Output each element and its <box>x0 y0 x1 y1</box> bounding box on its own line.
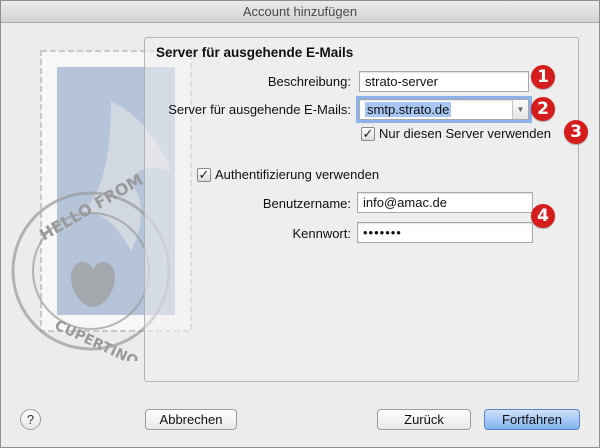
outgoing-server-combobox[interactable]: smtp.strato.de ▼ <box>356 96 532 123</box>
use-auth-checkbox[interactable]: ✓ Authentifizierung verwenden <box>197 167 379 182</box>
chevron-down-icon[interactable]: ▼ <box>512 100 528 119</box>
password-label: Kennwort: <box>292 226 351 241</box>
checkmark-icon: ✓ <box>361 125 375 141</box>
help-button[interactable]: ? <box>20 409 41 430</box>
only-this-server-checkbox[interactable]: ✓ Nur diesen Server verwenden <box>361 126 551 141</box>
username-field[interactable]: info@amac.de <box>357 192 533 213</box>
checkmark-icon: ✓ <box>197 166 211 182</box>
marker-1: 1 <box>531 65 555 89</box>
marker-4: 4 <box>531 204 555 228</box>
description-label: Beschreibung: <box>267 74 351 89</box>
only-this-server-label: Nur diesen Server verwenden <box>379 126 551 141</box>
marker-2: 2 <box>531 97 555 121</box>
panel-title: Server für ausgehende E-Mails <box>156 45 354 60</box>
description-field[interactable]: strato-server <box>359 71 529 92</box>
username-label: Benutzername: <box>262 196 351 211</box>
continue-button[interactable]: Fortfahren <box>484 409 580 430</box>
password-field[interactable]: ••••••• <box>357 222 533 243</box>
window-title: Account hinzufügen <box>1 1 599 23</box>
account-dialog: Account hinzufügen HELLO FROM CUPERTINO,… <box>0 0 600 448</box>
outgoing-server-label: Server für ausgehende E-Mails: <box>168 102 351 117</box>
outgoing-server-value: smtp.strato.de <box>365 102 452 117</box>
cancel-button[interactable]: Abbrechen <box>145 409 237 430</box>
marker-3: 3 <box>564 120 588 144</box>
back-button[interactable]: Zurück <box>377 409 471 430</box>
use-auth-label: Authentifizierung verwenden <box>215 167 380 182</box>
